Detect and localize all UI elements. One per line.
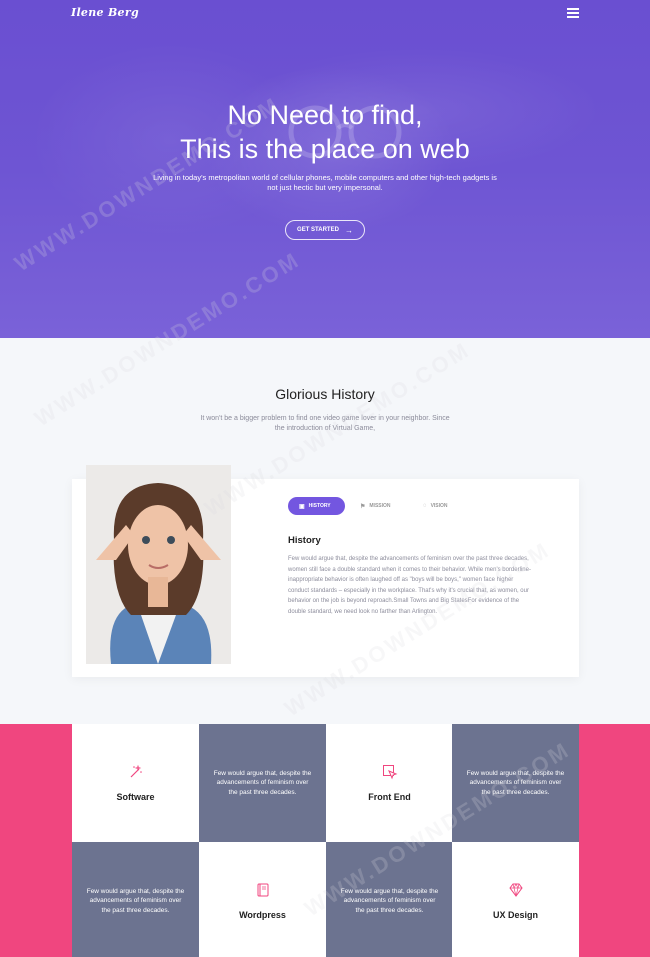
service-description: Few would argue that, despite the advanc… [86, 887, 185, 914]
hero-title-line-1: No Need to find, [227, 100, 423, 130]
tab-history-label: HISTORY [308, 503, 331, 509]
service-tile-wordpress[interactable]: Wordpress [199, 842, 326, 957]
service-tile-software[interactable]: Software [72, 724, 199, 842]
service-label: Wordpress [239, 910, 286, 920]
tab-content-heading: History [288, 535, 321, 546]
history-icon: ▣ [299, 503, 305, 510]
vision-icon: ◌ [423, 503, 427, 509]
get-started-button[interactable]: GET STARTED → [285, 220, 365, 240]
tab-vision-label: VISION [430, 503, 448, 509]
diamond-icon [508, 883, 523, 897]
service-label: UX Design [492, 910, 538, 920]
service-tile-ux-design[interactable]: UX Design [452, 842, 579, 957]
service-description: Few would argue that, despite the advanc… [213, 769, 312, 796]
hero-background-photo [0, 0, 650, 338]
service-description-tile: Few would argue that, despite the advanc… [199, 724, 326, 842]
tab-mission[interactable]: ⚑ MISSION [360, 497, 406, 515]
service-description-tile: Few would argue that, despite the advanc… [452, 724, 579, 842]
service-label: Software [116, 792, 155, 802]
hero-title-line-2: This is the place on web [180, 134, 470, 164]
service-description-tile: Few would argue that, despite the advanc… [326, 842, 453, 957]
arrow-right-icon: → [344, 225, 353, 235]
section-subtitle: It won't be a bigger problem to find one… [200, 415, 450, 432]
cursor-pointer-icon [382, 765, 397, 780]
history-section: Glorious History It won't be a bigger pr… [0, 338, 650, 724]
portrait-photo [86, 465, 231, 664]
magic-wand-icon [130, 764, 142, 778]
tab-content-body: Few would argue that, despite the advanc… [288, 556, 531, 615]
hamburger-menu-icon[interactable] [567, 8, 579, 18]
service-tile-front-end[interactable]: Front End [326, 724, 453, 842]
service-description-tile: Few would argue that, despite the advanc… [72, 842, 199, 957]
mission-icon: ⚑ [360, 503, 366, 510]
tab-mission-label: MISSION [369, 503, 391, 509]
get-started-label: GET STARTED [297, 227, 339, 233]
hero-section: Ilene Berg No Need to find, This is the … [0, 0, 650, 338]
book-icon [257, 883, 268, 897]
tab-vision[interactable]: ◌ VISION [423, 497, 463, 515]
section-title: Glorious History [275, 386, 375, 402]
service-description: Few would argue that, despite the advanc… [466, 769, 565, 796]
service-label: Front End [368, 792, 411, 802]
service-description: Few would argue that, despite the advanc… [340, 887, 439, 914]
hero-subtitle: Living in today's metropolitan world of … [153, 173, 497, 192]
services-section: Software Few would argue that, despite t… [0, 724, 650, 957]
site-logo[interactable]: Ilene Berg [71, 6, 139, 19]
tab-history[interactable]: ▣ HISTORY [288, 497, 345, 515]
